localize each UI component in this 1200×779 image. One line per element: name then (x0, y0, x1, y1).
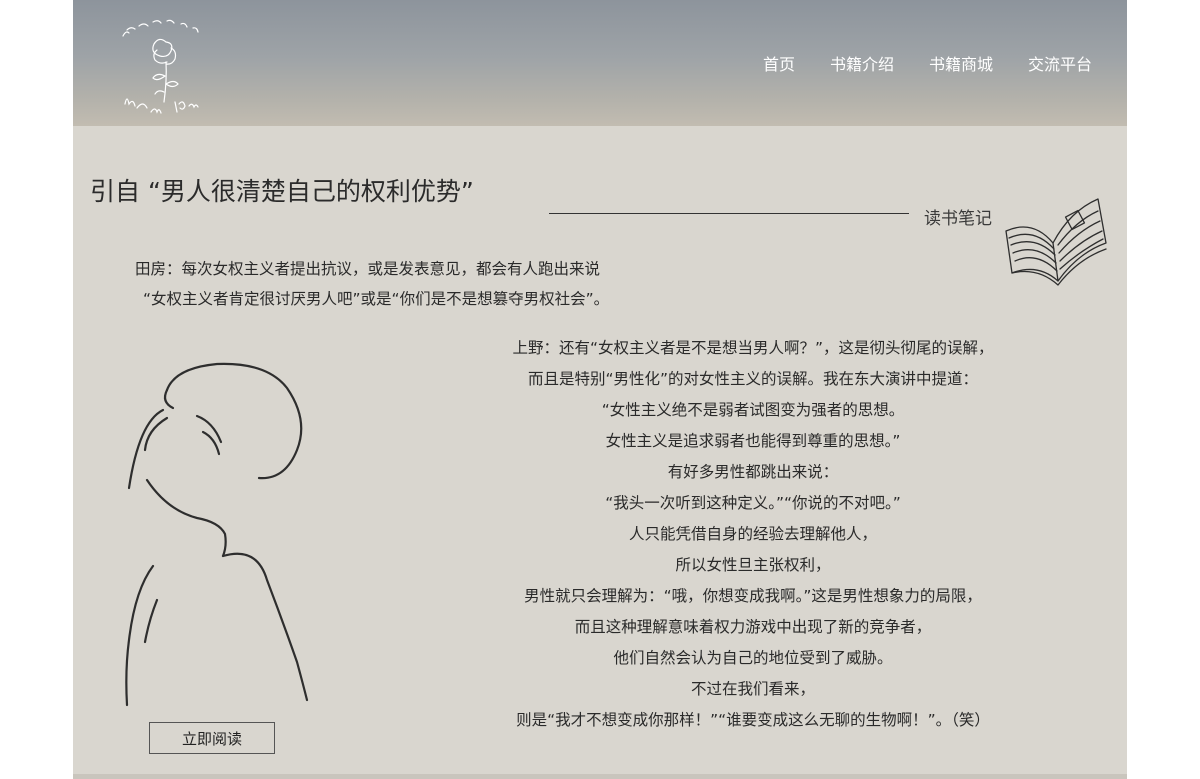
quote-line: 所以女性旦主张权利， (675, 556, 831, 574)
quote-line: 则是“我才不想变成你那样！”“谁要变成这么无聊的生物啊！”。（笑） (516, 711, 990, 729)
quote-line: 上野：还有“女权主义者是不是想当男人啊？”，这是彻头彻尾的误解， (512, 339, 994, 357)
quote-block: 上野：还有“女权主义者是不是想当男人啊？”，这是彻头彻尾的误解， 而且是特别“男… (423, 333, 1083, 736)
quote-line: 而且是特别“男性化”的对女性主义的误解。我在东大演讲中提道： (527, 370, 979, 388)
nav-book-store[interactable]: 书籍商城 (929, 51, 993, 75)
bottom-divider (73, 774, 1127, 779)
open-book-icon (1005, 198, 1107, 286)
rose-logo-icon[interactable] (111, 12, 221, 122)
main-nav: 首页 书籍介绍 书籍商城 交流平台 (763, 51, 1092, 75)
nav-community[interactable]: 交流平台 (1028, 51, 1092, 75)
title-divider (549, 213, 909, 214)
quote-line: “女性主义绝不是弱者试图变为强者的思想。 (601, 401, 905, 419)
read-now-button[interactable]: 立即阅读 (149, 722, 275, 754)
intro-paragraph: 田房：每次女权主义者提出抗议，或是发表意见，都会有人跑出来说 “女权主义者肯定很… (135, 254, 609, 314)
page: 首页 书籍介绍 书籍商城 交流平台 引自 “男人很清楚自己的权利优势” 读书笔记… (73, 0, 1127, 779)
quote-line: 而且这种理解意味着权力游戏中出现了新的竞争者， (574, 618, 932, 636)
quote-line: 女性主义是追求弱者也能得到尊重的思想。” (605, 432, 901, 450)
intro-line: 田房：每次女权主义者提出抗议，或是发表意见，都会有人跑出来说 (135, 260, 601, 278)
woman-silhouette-illustration (125, 362, 309, 707)
quote-line: 人只能凭借自身的经验去理解他人， (628, 525, 877, 543)
quote-line: “我头一次听到这种定义。”“你说的不对吧。” (605, 494, 901, 512)
nav-book-intro[interactable]: 书籍介绍 (830, 51, 894, 75)
notes-label: 读书笔记 (924, 209, 992, 229)
quote-line: 他们自然会认为自己的地位受到了威胁。 (613, 649, 893, 667)
quote-line: 男性就只会理解为：“哦，你想变成我啊。”这是男性想象力的局限， (524, 587, 982, 605)
intro-line: “女权主义者肯定很讨厌男人吧”或是“你们是不是想篡夺男权社会”。 (143, 290, 610, 308)
page-title: 引自 “男人很清楚自己的权利优势” (90, 177, 474, 206)
nav-home[interactable]: 首页 (763, 51, 795, 75)
site-header: 首页 书籍介绍 书籍商城 交流平台 (73, 0, 1127, 126)
quote-line: 有好多男性都跳出来说： (667, 463, 839, 481)
quote-line: 不过在我们看来， (690, 680, 815, 698)
